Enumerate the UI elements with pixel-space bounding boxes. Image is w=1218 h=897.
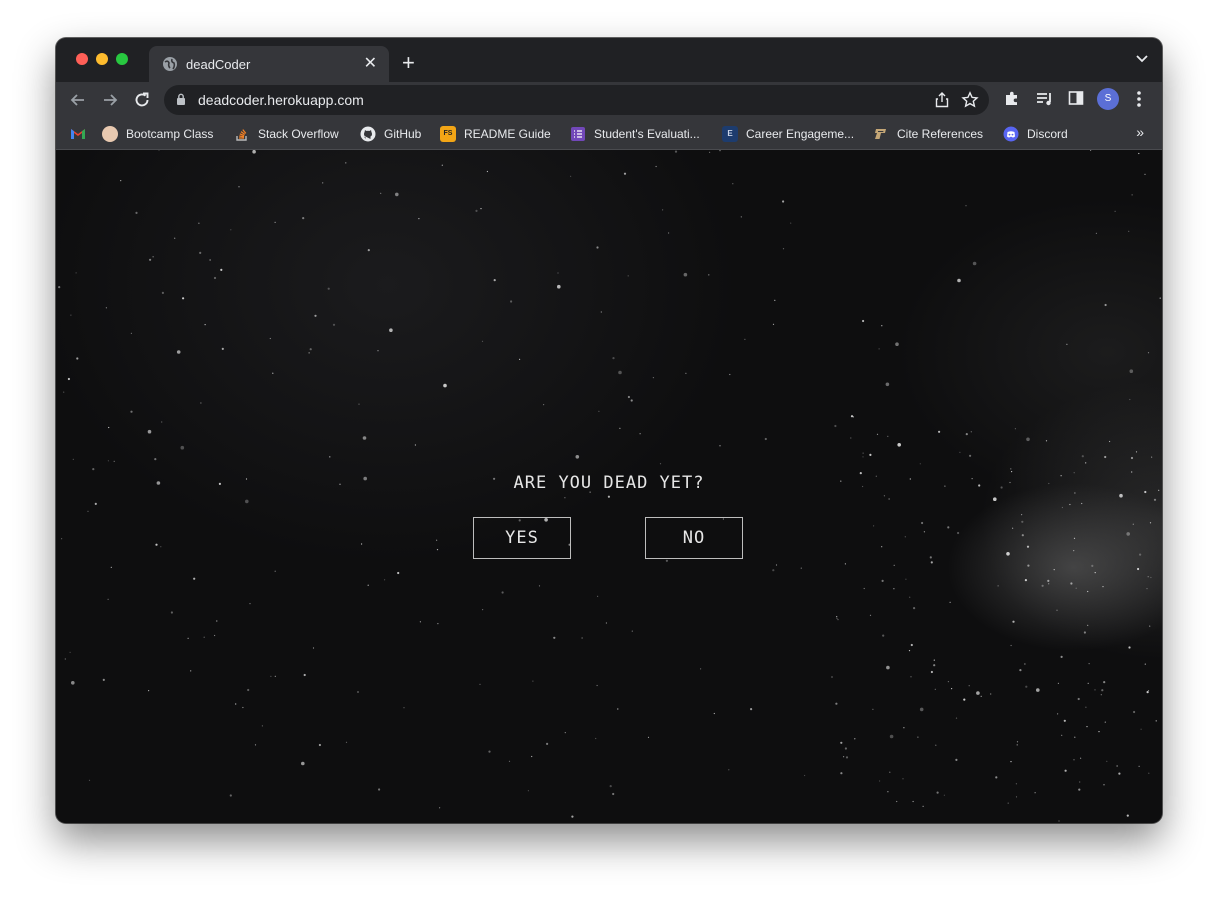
bootcamp-icon [102, 126, 118, 142]
profile-avatar[interactable]: S [1097, 88, 1119, 110]
bookmark-label: README Guide [464, 127, 551, 141]
bookmark-github[interactable]: GitHub [360, 126, 421, 142]
back-arrow-icon[interactable] [68, 90, 88, 110]
career-icon: E [722, 126, 738, 142]
bookmark-bootcamp-class[interactable]: Bootcamp Class [102, 126, 213, 142]
bookmark-gmail[interactable] [70, 126, 94, 142]
bookmark-star-icon[interactable] [961, 91, 979, 109]
url-text[interactable]: deadcoder.herokuapp.com [198, 92, 364, 108]
bookmark-label: Career Engageme... [746, 127, 855, 141]
tab-title: deadCoder [186, 56, 251, 72]
bookmark-label: Stack Overflow [258, 127, 339, 141]
bookmark-stack-overflow[interactable]: Stack Overflow [234, 126, 339, 142]
page-viewport: ARE YOU DEAD YET? YES NO [56, 150, 1162, 823]
share-icon[interactable] [935, 92, 949, 108]
lock-icon[interactable] [176, 93, 186, 106]
bookmark-readme-guide[interactable]: FS README Guide [440, 126, 551, 142]
globe-icon [163, 57, 177, 71]
page-question: ARE YOU DEAD YET? [513, 473, 705, 493]
close-window-button[interactable] [76, 53, 88, 65]
reload-icon[interactable] [132, 90, 152, 110]
tab-deadcoder[interactable]: deadCoder ✕ [149, 46, 389, 82]
readme-icon: FS [440, 126, 456, 142]
bookmark-label: Cite References [897, 127, 984, 141]
toolbar: deadcoder.herokuapp.com S [56, 82, 1162, 118]
extensions-puzzle-icon[interactable] [1003, 90, 1021, 108]
gmail-icon [71, 129, 85, 139]
github-icon [360, 126, 376, 142]
discord-icon [1003, 126, 1019, 142]
new-tab-button[interactable]: + [402, 52, 415, 74]
maximize-window-button[interactable] [116, 53, 128, 65]
bookmark-career-engagement[interactable]: E Career Engageme... [722, 126, 854, 142]
close-tab-icon[interactable]: ✕ [364, 56, 377, 72]
bookmark-label: Discord [1027, 127, 1068, 141]
tab-strip: deadCoder ✕ + [56, 38, 1162, 82]
chevron-down-icon[interactable] [1136, 55, 1148, 63]
forms-icon [571, 127, 585, 141]
bookmark-discord[interactable]: Discord [1003, 126, 1068, 142]
yes-button[interactable]: YES [473, 517, 571, 559]
media-playlist-icon[interactable] [1035, 90, 1055, 108]
browser-window: deadCoder ✕ + deadcoder.herokuapp.com S … [56, 38, 1162, 823]
bookmarks-bar: Bootcamp Class Stack Overflow GitHub FS … [56, 118, 1162, 150]
address-bar[interactable]: deadcoder.herokuapp.com [164, 85, 989, 115]
bookmark-cite-references[interactable]: Cite References [873, 126, 983, 142]
stackoverflow-icon [236, 129, 247, 141]
bookmark-label: Student's Evaluati... [594, 127, 700, 141]
purdue-icon [875, 129, 886, 139]
bookmark-label: Bootcamp Class [126, 127, 214, 141]
side-panel-icon[interactable] [1068, 90, 1084, 106]
bookmark-students-evaluation[interactable]: Student's Evaluati... [570, 126, 700, 142]
minimize-window-button[interactable] [96, 53, 108, 65]
more-options-icon[interactable] [1136, 90, 1142, 108]
forward-arrow-icon[interactable] [100, 90, 120, 110]
no-button[interactable]: NO [645, 517, 743, 559]
bookmark-label: GitHub [384, 127, 422, 141]
more-bookmarks-chevron-icon[interactable]: » [1136, 124, 1144, 140]
window-controls [76, 53, 128, 65]
